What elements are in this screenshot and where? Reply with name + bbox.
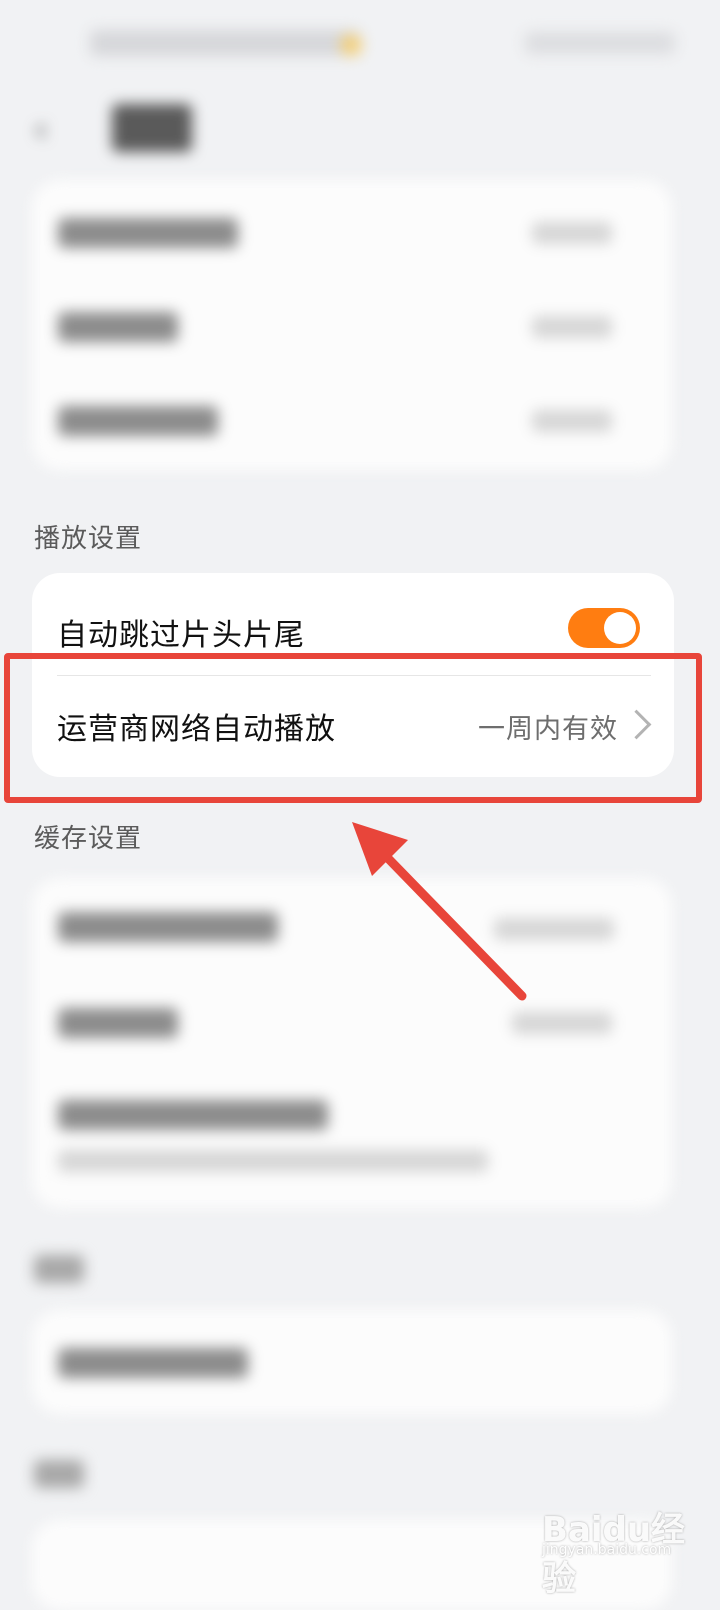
watermark: Baidu经验 jingyan.baidu.com [540, 1488, 710, 1599]
cellular-autoplay-value: 一周内有效 [478, 714, 618, 745]
toggle-knob [604, 612, 636, 644]
blurred-row-value [512, 1012, 612, 1034]
blurred-card-lower [32, 1310, 672, 1414]
cache-settings-header: 缓存设置 [34, 824, 143, 854]
status-bar [0, 0, 720, 90]
blurred-row-label [58, 218, 238, 248]
status-left [90, 30, 360, 56]
playback-settings-header: 播放设置 [34, 524, 143, 554]
blurred-row-value [532, 222, 612, 244]
blurred-row-label [58, 312, 178, 342]
skip-intro-outro-toggle[interactable] [568, 608, 640, 648]
blurred-row-value [494, 918, 614, 940]
blurred-settings-card-top [32, 180, 672, 470]
blurred-row-label [58, 1008, 178, 1038]
blurred-row-value [532, 316, 612, 338]
blurred-row-label [58, 912, 278, 942]
cellular-autoplay-label: 运营商网络自动播放 [57, 712, 336, 747]
back-arrow-icon[interactable]: ‹ [34, 112, 70, 148]
blurred-row-value [532, 410, 612, 432]
blurred-section-header [34, 1255, 84, 1283]
status-indicator-icon [340, 34, 362, 56]
page-title [112, 104, 192, 152]
skip-intro-outro-label: 自动跳过片头片尾 [57, 618, 305, 653]
watermark-sub: jingyan.baidu.com [542, 1542, 672, 1558]
blurred-row-label [58, 1348, 248, 1378]
blurred-cache-card [32, 878, 672, 1208]
blurred-section-header [34, 1460, 84, 1488]
blurred-row-label [58, 406, 218, 436]
blurred-row-label [58, 1100, 328, 1130]
status-right [525, 32, 675, 54]
blurred-row-value [58, 1150, 488, 1172]
